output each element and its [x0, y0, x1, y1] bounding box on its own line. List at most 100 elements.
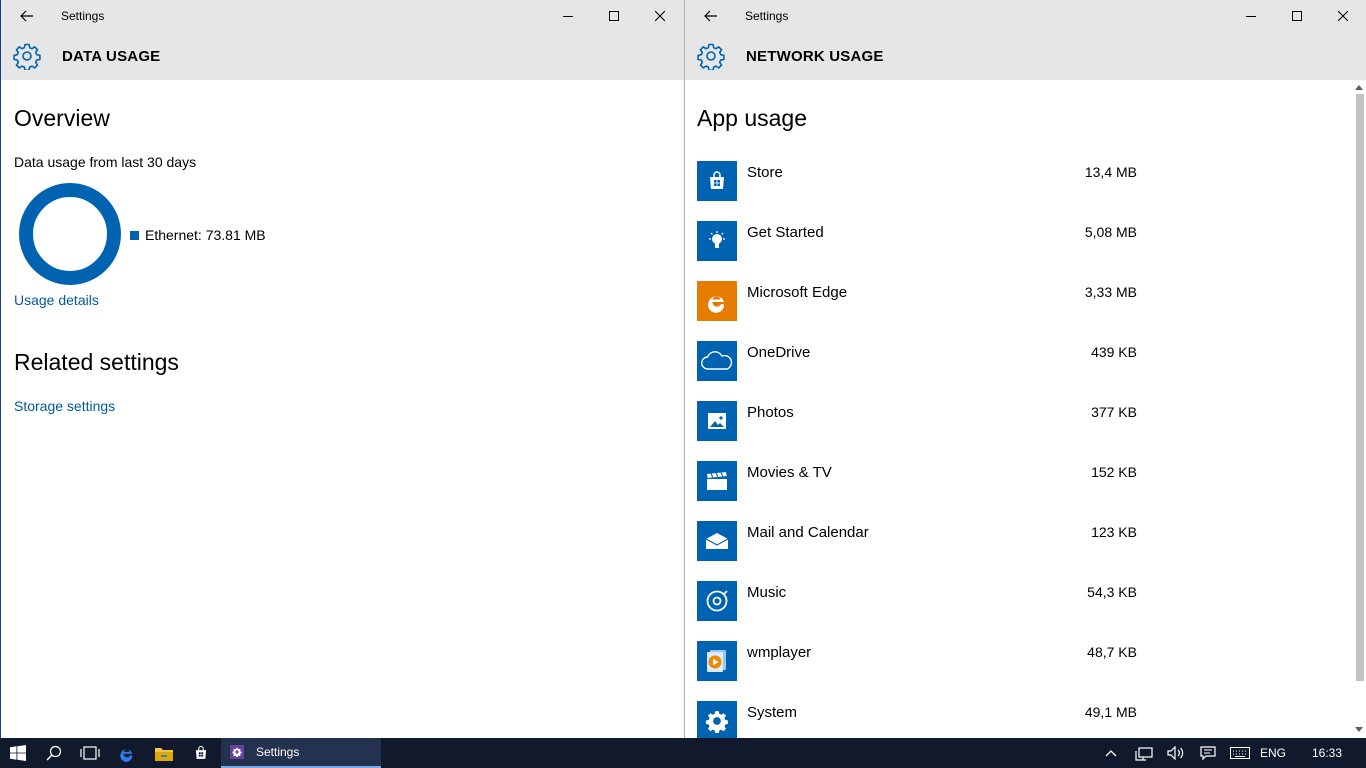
app-row-music[interactable]: Music 54,3 KB — [697, 581, 1137, 621]
app-data-size: 3,33 MB — [1084, 284, 1137, 300]
app-data-size: 123 KB — [1091, 524, 1137, 540]
minimize-icon — [563, 16, 573, 17]
app-name: OneDrive — [747, 344, 811, 361]
chart-legend: Ethernet: 73.81 MB — [130, 227, 266, 243]
app-row-microsoft-edge[interactable]: Microsoft Edge 3,33 MB — [697, 281, 1137, 321]
minimize-button[interactable] — [545, 0, 591, 32]
page-header-title: NETWORK USAGE — [746, 47, 884, 65]
app-data-size: 152 KB — [1091, 464, 1137, 480]
gear-icon — [705, 711, 729, 733]
close-button[interactable] — [1320, 0, 1366, 32]
start-button[interactable] — [0, 738, 36, 768]
close-icon — [655, 11, 665, 21]
language-indicator[interactable]: ENG — [1256, 738, 1290, 768]
volume-tray-button[interactable] — [1162, 738, 1190, 768]
app-name: Microsoft Edge — [747, 284, 848, 301]
settings-window-network-usage: Settings NETWORK USAGE App usage Store 1… — [684, 0, 1366, 738]
app-row-store[interactable]: Store 13,4 MB — [697, 161, 1137, 201]
usage-details-link[interactable]: Usage details — [14, 292, 99, 308]
caret-up-icon — [1355, 84, 1363, 90]
app-usage-heading: App usage — [697, 105, 807, 131]
app-tile — [697, 641, 737, 681]
store-icon — [710, 171, 724, 189]
app-row-movies-tv[interactable]: Movies & TV 152 KB — [697, 461, 1137, 501]
minimize-button[interactable] — [1228, 0, 1274, 32]
app-row-photos[interactable]: Photos 377 KB — [697, 401, 1137, 441]
taskbar-settings-app[interactable]: Settings — [221, 738, 381, 768]
app-tile — [697, 281, 737, 321]
legend-label: Ethernet: 73.81 MB — [145, 227, 266, 243]
maximize-button[interactable] — [591, 0, 637, 32]
maximize-icon — [609, 11, 619, 21]
page-header-title: DATA USAGE — [62, 47, 161, 65]
music-icon — [706, 590, 728, 612]
back-button[interactable] — [9, 4, 45, 28]
settings-window-data-usage: Settings DATA USAGE Overview Data usage … — [0, 0, 684, 738]
app-row-onedrive[interactable]: OneDrive 439 KB — [697, 341, 1137, 381]
app-data-size: 439 KB — [1091, 344, 1137, 360]
app-name: Mail and Calendar — [747, 524, 869, 541]
taskbar-store[interactable] — [183, 738, 219, 768]
app-tile — [697, 701, 737, 738]
app-row-get-started[interactable]: Get Started 5,08 MB — [697, 221, 1137, 261]
touch-keyboard-button[interactable] — [1226, 738, 1254, 768]
app-name: Music — [747, 584, 787, 601]
app-tile — [697, 521, 737, 561]
storage-settings-link[interactable]: Storage settings — [14, 398, 115, 414]
data-usage-content: Overview Data usage from last 30 days Et… — [1, 80, 684, 738]
gear-icon — [13, 43, 41, 70]
task-view-button[interactable] — [72, 738, 108, 768]
show-hidden-icons-button[interactable] — [1098, 738, 1124, 768]
action-center-button[interactable] — [1194, 738, 1222, 768]
app-data-size: 13,4 MB — [1084, 164, 1137, 180]
app-name: System — [747, 704, 798, 721]
caret-down-icon — [1355, 726, 1363, 732]
network-tray-button[interactable] — [1130, 738, 1158, 768]
speaker-icon — [1167, 746, 1184, 760]
maximize-icon — [1292, 11, 1302, 21]
search-button[interactable] — [36, 738, 72, 768]
taskbar-edge[interactable] — [109, 738, 145, 768]
photo-icon — [708, 413, 726, 429]
taskbar-file-explorer[interactable] — [146, 738, 182, 768]
scrollbar-thumb[interactable] — [1356, 94, 1364, 681]
clapper-icon — [707, 472, 727, 490]
app-data-size: 5,08 MB — [1084, 224, 1137, 240]
close-button[interactable] — [637, 0, 683, 32]
app-row-wmplayer[interactable]: wmplayer 48,7 KB — [697, 641, 1137, 681]
arrow-left-icon — [704, 10, 717, 22]
keyboard-icon — [1230, 747, 1250, 759]
mail-icon — [705, 533, 729, 549]
app-data-size: 49,1 MB — [1084, 704, 1137, 720]
search-icon — [46, 745, 62, 761]
title-bar: Settings DATA USAGE — [1, 0, 684, 80]
maximize-button[interactable] — [1274, 0, 1320, 32]
app-tile — [697, 401, 737, 441]
app-name: Get Started — [747, 224, 824, 241]
page-header: DATA USAGE — [13, 42, 160, 70]
gear-icon — [230, 745, 244, 759]
vertical-scrollbar[interactable] — [1354, 82, 1364, 734]
app-row-system[interactable]: System 49,1 MB — [697, 701, 1137, 738]
app-data-size: 48,7 KB — [1087, 644, 1137, 660]
minimize-icon — [1246, 16, 1256, 17]
app-row-mail-and-calendar[interactable]: Mail and Calendar 123 KB — [697, 521, 1137, 561]
edge-icon — [708, 296, 725, 313]
store-icon — [195, 745, 207, 759]
scroll-up-button[interactable] — [1354, 82, 1364, 92]
app-data-size: 377 KB — [1091, 404, 1137, 420]
task-view-icon — [80, 746, 100, 760]
related-settings-heading: Related settings — [14, 349, 179, 375]
window-title: Settings — [61, 9, 105, 23]
arrow-left-icon — [20, 10, 33, 22]
app-tile — [697, 221, 737, 261]
back-button[interactable] — [693, 4, 729, 28]
usage-donut-chart — [19, 183, 121, 285]
network-usage-content: App usage Store 13,4 MB Get Started 5,08… — [685, 80, 1366, 738]
app-tile — [697, 161, 737, 201]
network-icon — [1135, 747, 1153, 761]
scroll-down-button[interactable] — [1354, 724, 1364, 734]
taskbar-app-label: Settings — [256, 745, 300, 759]
clock[interactable]: 16:33 — [1300, 738, 1354, 768]
lightbulb-icon — [709, 231, 725, 248]
